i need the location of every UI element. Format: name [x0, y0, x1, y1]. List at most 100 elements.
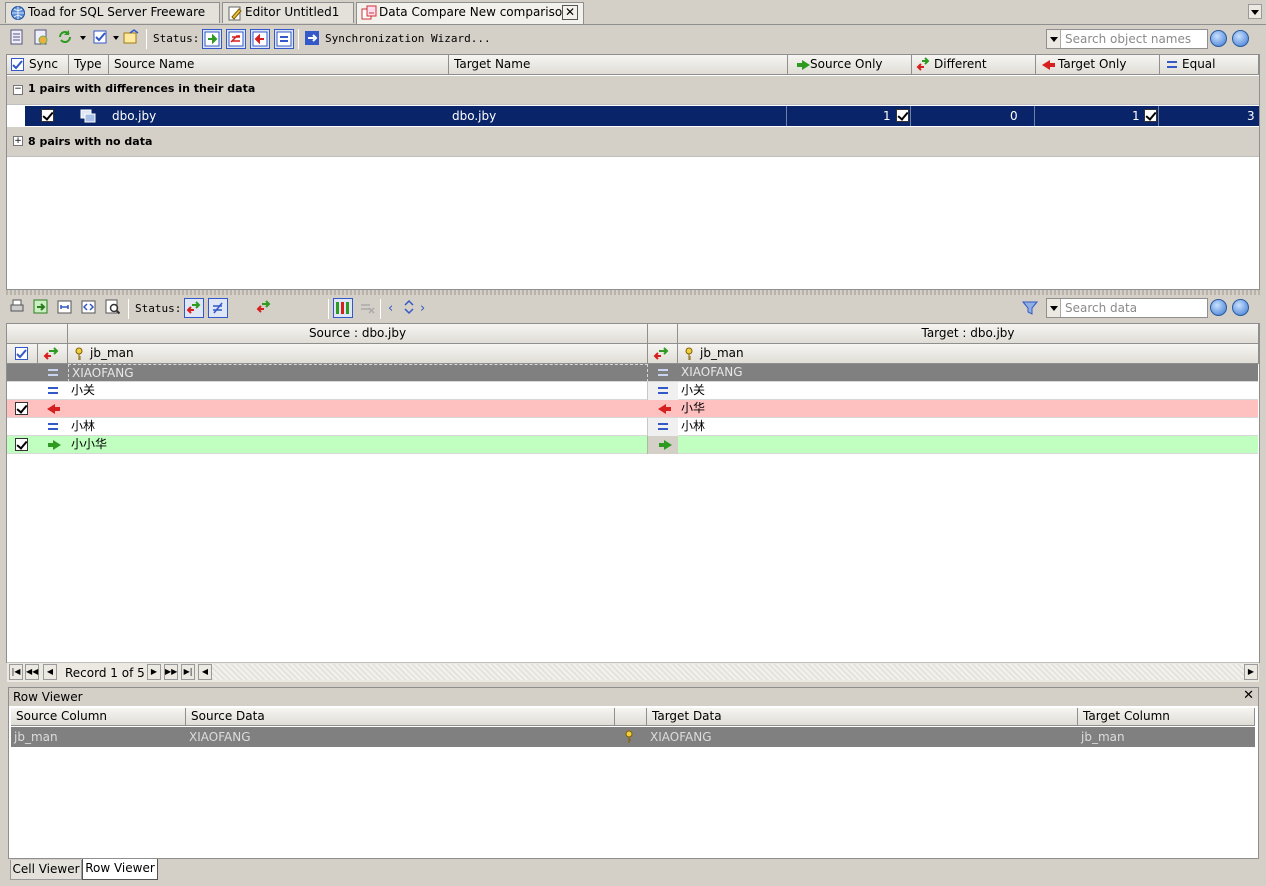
clear-filter-icon[interactable] [358, 298, 378, 318]
compare-icon[interactable] [8, 28, 28, 48]
scroll-left-icon[interactable]: ◀ [198, 664, 212, 680]
col-source-only[interactable]: Source Only [788, 55, 912, 75]
find-icon[interactable] [104, 298, 124, 318]
search-up-icon[interactable] [1232, 30, 1249, 47]
col-source-jb-man[interactable]: jb_man [68, 344, 648, 364]
last-record-icon[interactable]: ▶| [181, 664, 195, 680]
target-cell[interactable]: 小关 [678, 382, 1258, 400]
refresh-icon[interactable] [56, 28, 76, 48]
col-target-data[interactable]: Target Data [647, 708, 1078, 726]
source-cell[interactable]: XIAOFANG [68, 364, 648, 382]
col-source-data[interactable]: Source Data [186, 708, 615, 726]
tab-row-viewer[interactable]: Row Viewer [82, 859, 158, 880]
fit-columns-icon[interactable] [56, 298, 76, 318]
search-down-icon[interactable] [1210, 299, 1227, 316]
source-cell[interactable]: 小关 [68, 382, 648, 400]
group-row[interactable]: − 1 pairs with differences in their data [7, 76, 1259, 105]
export-icon[interactable] [32, 298, 52, 318]
col-target-name[interactable]: Target Name [449, 55, 788, 75]
status-mixed-icon[interactable] [255, 298, 275, 318]
chevron-down-icon[interactable] [113, 36, 119, 40]
sync-checkbox[interactable] [41, 109, 54, 122]
scroll-right-icon[interactable]: ▶ [1244, 664, 1258, 680]
first-record-icon[interactable]: |◀ [9, 664, 23, 680]
source-cell[interactable] [68, 400, 648, 418]
search-down-icon[interactable] [1210, 30, 1227, 47]
table-row[interactable]: jb_man XIAOFANG XIAOFANG jb_man [11, 727, 1255, 747]
search-object-input[interactable]: Search object names [1046, 29, 1208, 49]
col-sync[interactable] [7, 344, 38, 364]
status-different-icon[interactable] [208, 298, 228, 318]
target-cell[interactable] [678, 436, 1258, 454]
table-row[interactable]: 小华 [7, 400, 1258, 418]
sync-checkbox[interactable] [15, 402, 28, 415]
target-cell[interactable]: 小林 [678, 418, 1258, 436]
chevron-down-icon[interactable] [80, 36, 86, 40]
expand-diff-icon[interactable] [402, 298, 416, 319]
sync-checkbox[interactable] [15, 438, 28, 451]
source-only-checkbox[interactable] [896, 109, 909, 122]
tab-toad-freeware[interactable]: Toad for SQL Server Freeware [5, 2, 220, 23]
search-up-icon[interactable] [1232, 299, 1249, 316]
settings-compare-icon[interactable] [32, 28, 52, 48]
filter-icon[interactable] [1021, 300, 1039, 319]
target-cell[interactable]: 小华 [678, 400, 1258, 418]
tab-editor[interactable]: Editor Untitled1 [222, 2, 354, 23]
prev-page-icon[interactable]: ◀◀ [25, 664, 39, 680]
col-target-only[interactable]: Target Only [1036, 55, 1160, 75]
filter-different-icon[interactable] [226, 29, 246, 49]
filter-equal-icon[interactable] [274, 29, 294, 49]
splitter[interactable] [6, 290, 1260, 295]
prev-record-icon[interactable]: ◀ [43, 664, 57, 680]
table-row[interactable]: 小小华 [7, 436, 1258, 454]
chevron-down-icon[interactable] [1047, 30, 1061, 48]
next-record-icon[interactable]: ▶ [147, 664, 161, 680]
col-source-column[interactable]: Source Column [11, 708, 186, 726]
filter-source-only-icon[interactable] [202, 29, 222, 49]
table-row[interactable]: XIAOFANG XIAOFANG [7, 364, 1258, 382]
horizontal-scrollbar[interactable] [212, 664, 1244, 680]
close-icon[interactable]: ✕ [562, 5, 578, 20]
col-target-column[interactable]: Target Column [1078, 708, 1255, 726]
col-key[interactable] [615, 708, 647, 726]
col-source-name[interactable]: Source Name [109, 55, 449, 75]
sync-wizard-icon[interactable] [304, 29, 324, 49]
status-all-icon[interactable] [184, 298, 204, 318]
target-only-checkbox[interactable] [1144, 109, 1157, 122]
col-different[interactable]: Different [912, 55, 1036, 75]
source-cell[interactable]: 小小华 [68, 436, 648, 454]
close-icon[interactable]: ✕ [1243, 688, 1254, 703]
col-target-status[interactable] [648, 344, 678, 364]
sync-wizard-button[interactable]: Synchronization Wizard... [325, 32, 491, 45]
tab-list-dropdown-icon[interactable] [1248, 4, 1262, 19]
source-cell[interactable]: 小林 [68, 418, 648, 436]
next-diff-icon[interactable]: › [420, 301, 425, 316]
table-row[interactable]: dbo.jby dbo.jby 1 0 1 3 [25, 106, 1259, 126]
col-sync[interactable]: Sync [7, 55, 69, 75]
tab-data-compare[interactable]: Data Compare New comparison* ✕ [356, 2, 584, 24]
cell-value: 小林 [681, 419, 706, 433]
tab-cell-viewer[interactable]: Cell Viewer [10, 860, 82, 880]
properties-icon[interactable] [122, 28, 142, 48]
code-view-icon[interactable] [80, 298, 100, 318]
chevron-down-icon[interactable] [1047, 299, 1061, 317]
group-row[interactable]: + 8 pairs with no data [7, 127, 1259, 157]
check-options-icon[interactable] [92, 28, 112, 48]
filter-target-only-icon[interactable] [250, 29, 270, 49]
columns-icon[interactable] [333, 298, 353, 318]
collapse-icon[interactable]: − [13, 85, 23, 95]
table-row[interactable]: 小林 小林 [7, 418, 1258, 436]
next-page-icon[interactable]: ▶▶ [164, 664, 178, 680]
target-cell[interactable]: XIAOFANG [678, 364, 1258, 382]
col-type[interactable]: Type [69, 55, 109, 75]
print-icon[interactable] [8, 298, 28, 318]
table-row[interactable]: 小关 小关 [7, 382, 1258, 400]
search-data-input[interactable]: Search data [1046, 298, 1208, 318]
col-target-jb-man[interactable]: jb_man [678, 344, 1259, 364]
prev-diff-icon[interactable]: ‹ [388, 301, 393, 316]
target-name-cell: dbo.jby [452, 109, 497, 123]
expand-icon[interactable]: + [13, 136, 23, 146]
col-equal[interactable]: Equal [1160, 55, 1259, 75]
status-label: Status: [135, 302, 182, 315]
col-status[interactable] [38, 344, 68, 364]
